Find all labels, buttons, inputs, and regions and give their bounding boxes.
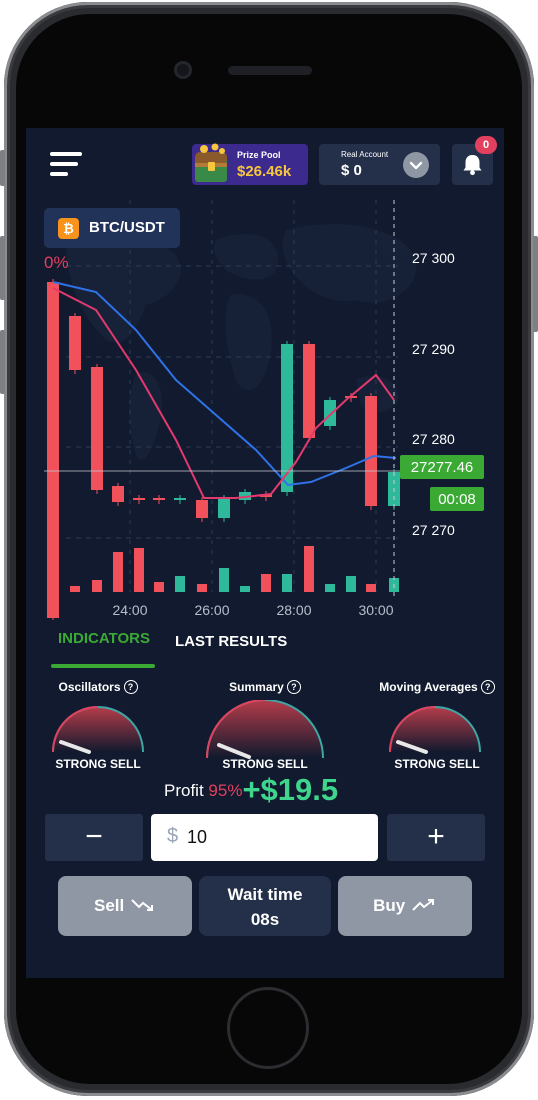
tab-indicators[interactable]: INDICATORS bbox=[58, 630, 150, 647]
current-price-label: 27277.46 bbox=[411, 459, 474, 476]
time-tick-label: 30:00 bbox=[358, 602, 393, 618]
increase-amount-button[interactable]: + bbox=[387, 814, 485, 861]
phone-power-button bbox=[533, 236, 538, 332]
volume-bar bbox=[240, 586, 250, 592]
volume-bar bbox=[70, 586, 80, 592]
phone-mute-switch bbox=[0, 150, 5, 186]
wait-time-label: Wait time bbox=[227, 885, 303, 904]
volume-bar bbox=[325, 584, 335, 592]
notification-count-badge: 0 bbox=[475, 136, 497, 154]
time-tick-label: 24:00 bbox=[112, 602, 147, 618]
app-screen: Prize Pool $26.46k Real Account $ 0 0 27… bbox=[26, 128, 504, 978]
hamburger-menu-icon[interactable] bbox=[50, 152, 82, 178]
currency-symbol: $ bbox=[167, 825, 179, 847]
candle bbox=[196, 500, 208, 518]
countdown-label: 00:08 bbox=[438, 491, 476, 508]
summary-title: Summary? bbox=[205, 680, 325, 694]
volume-bar bbox=[175, 576, 185, 592]
candle bbox=[174, 498, 186, 500]
volume-bar bbox=[134, 548, 144, 592]
bitcoin-icon: ₿ bbox=[58, 218, 79, 239]
candle bbox=[365, 396, 377, 506]
oscillators-gauge: Oscillators? STRONG SELL bbox=[38, 680, 158, 780]
decrease-amount-button[interactable]: − bbox=[45, 814, 143, 861]
volume-bar bbox=[219, 568, 229, 592]
candle bbox=[303, 344, 315, 438]
volume-bar bbox=[113, 552, 123, 592]
account-type-label: Real Account bbox=[341, 150, 389, 159]
volume-bar bbox=[282, 574, 292, 592]
tab-bar: INDICATORS LAST RESULTS bbox=[26, 620, 504, 670]
sell-label: Sell bbox=[94, 896, 125, 915]
amount-input[interactable] bbox=[151, 814, 378, 861]
buy-label: Buy bbox=[373, 896, 406, 915]
oscillators-title: Oscillators? bbox=[38, 680, 158, 694]
account-balance: $ 0 bbox=[341, 162, 362, 179]
profit-label: Profit bbox=[164, 781, 204, 800]
price-tick-label: 27 290 bbox=[412, 341, 455, 357]
volume-bar bbox=[197, 584, 207, 592]
phone-volume-down bbox=[0, 330, 5, 394]
volume-bar bbox=[261, 574, 271, 592]
buy-button[interactable]: Buy bbox=[338, 876, 472, 936]
volume-bar bbox=[346, 576, 356, 592]
candle bbox=[112, 486, 124, 502]
moving-averages-gauge: Moving Averages? STRONG SELL bbox=[372, 680, 502, 780]
candle bbox=[47, 282, 59, 618]
treasure-chest-icon bbox=[195, 143, 227, 182]
phone-volume-up bbox=[0, 236, 5, 300]
profit-summary: Profit 95%+$19.5 bbox=[164, 772, 338, 808]
trend-down-icon bbox=[131, 899, 153, 911]
candle bbox=[218, 498, 230, 518]
help-icon[interactable]: ? bbox=[480, 680, 495, 694]
price-tick-label: 27 280 bbox=[412, 431, 455, 447]
help-icon[interactable]: ? bbox=[123, 680, 138, 694]
active-tab-indicator bbox=[51, 664, 155, 668]
prize-pool-label: Prize Pool bbox=[237, 150, 281, 160]
price-tick-label: 27 300 bbox=[412, 250, 455, 266]
time-tick-label: 28:00 bbox=[276, 602, 311, 618]
top-bar: Prize Pool $26.46k Real Account $ 0 0 bbox=[26, 128, 504, 200]
summary-gauge: Summary? STRONG SELL bbox=[205, 680, 325, 782]
prize-pool-button[interactable]: Prize Pool $26.46k bbox=[192, 143, 308, 185]
moving-averages-value: STRONG SELL bbox=[394, 757, 480, 771]
help-icon[interactable]: ? bbox=[286, 680, 301, 694]
price-chart[interactable]: 27 300 27 290 27 280 27 270 24:00 26:00 28:00… bbox=[26, 200, 504, 620]
account-selector[interactable]: Real Account $ 0 bbox=[319, 144, 440, 185]
volume-bar bbox=[366, 584, 376, 592]
wait-time-value: 08s bbox=[250, 910, 280, 929]
profit-percent: 95% bbox=[208, 781, 243, 800]
earpiece-speaker bbox=[228, 66, 312, 75]
time-tick-label: 26:00 bbox=[194, 602, 229, 618]
candle bbox=[324, 400, 336, 426]
price-tick-label: 27 270 bbox=[412, 522, 455, 538]
moving-averages-title: Moving Averages? bbox=[372, 680, 502, 694]
volume-bar bbox=[154, 582, 164, 592]
candle bbox=[153, 498, 165, 500]
candle bbox=[281, 344, 293, 492]
profit-value: +$19.5 bbox=[242, 772, 339, 807]
asset-selector[interactable]: ₿ BTC/USDT bbox=[44, 208, 180, 248]
sell-button[interactable]: Sell bbox=[58, 876, 192, 936]
home-button[interactable] bbox=[227, 987, 309, 1069]
candle bbox=[91, 367, 103, 490]
candle bbox=[69, 316, 81, 370]
price-change-percent: 0% bbox=[44, 253, 69, 272]
asset-pair-label: BTC/USDT bbox=[89, 219, 165, 236]
front-camera bbox=[174, 61, 192, 79]
volume-bar bbox=[304, 546, 314, 592]
chevron-down-icon bbox=[403, 152, 429, 178]
trend-up-icon bbox=[412, 899, 434, 911]
tab-last-results[interactable]: LAST RESULTS bbox=[175, 633, 287, 650]
candle bbox=[133, 498, 145, 500]
volume-bar bbox=[92, 580, 102, 592]
summary-value: STRONG SELL bbox=[222, 757, 308, 771]
wait-time-panel: Wait time 08s bbox=[199, 876, 331, 936]
oscillators-value: STRONG SELL bbox=[55, 757, 141, 771]
prize-pool-value: $26.46k bbox=[237, 163, 292, 180]
